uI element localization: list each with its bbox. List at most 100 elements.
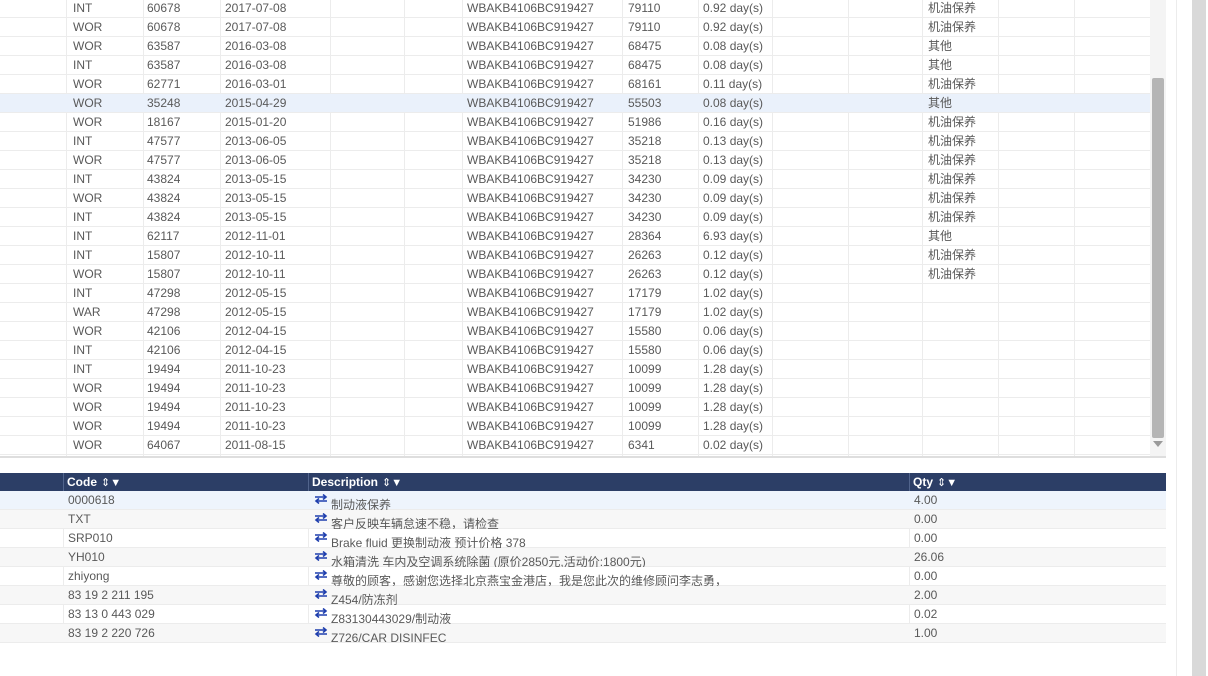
column-header-description[interactable]: Description ⇕▼ (308, 473, 909, 491)
cell-type: INT (73, 362, 93, 376)
cell-date: 2012-04-15 (225, 324, 287, 338)
cell-type: WOR (73, 20, 103, 34)
cell-duration: 1.02 day(s) (703, 286, 764, 300)
cell-qty: 26.06 (914, 550, 945, 564)
history-row[interactable]: WAR 47298 2012-05-15 WBAKB4106BC919427 17179… (0, 303, 1150, 322)
cell-order-number: 35248 (147, 96, 181, 110)
history-row[interactable]: WOR 15807 2012-10-11 WBAKB4106BC919427 26263… (0, 265, 1150, 284)
cell-duration: 0.12 day(s) (703, 267, 764, 281)
cell-order-number: 47298 (147, 305, 181, 319)
detail-row[interactable]: SRP010 Brake fluid 更换制动液 预计价格 378 0.00 (0, 529, 1166, 548)
detail-row[interactable]: 83 13 0 443 029 Z83130443029/制动液 0.02 (0, 605, 1166, 624)
detail-row[interactable]: YH010 水箱清洗 车内及空调系统除菌 (原价2850元,活动价:1800元) 2… (0, 548, 1166, 567)
cell-type: INT (73, 134, 93, 148)
swap-arrows-icon[interactable] (314, 548, 328, 567)
history-row[interactable]: INT 43824 2013-05-15 WBAKB4106BC919427 34230… (0, 208, 1150, 227)
cell-mileage: 68475 (628, 39, 662, 53)
cell-order-number: 42106 (147, 343, 181, 357)
history-row[interactable]: INT 42106 2012-04-15 WBAKB4106BC919427 15580… (0, 341, 1150, 360)
description-text: Brake fluid 更换制动液 预计价格 378 (331, 536, 526, 548)
cell-qty: 2.00 (914, 588, 938, 602)
cell-code: SRP010 (68, 531, 113, 545)
cell-qty: 1.00 (914, 626, 938, 640)
history-row[interactable]: INT 43824 2013-05-15 WBAKB4106BC919427 34230… (0, 170, 1150, 189)
history-row[interactable]: INT 63587 2016-03-08 WBAKB4106BC919427 68475… (0, 56, 1150, 75)
history-row[interactable]: INT 62117 2012-11-01 WBAKB4106BC919427 28364… (0, 227, 1150, 246)
scroll-down-arrow-icon[interactable] (1153, 441, 1163, 447)
cell-code: 0000618 (68, 493, 115, 507)
swap-arrows-icon[interactable] (314, 510, 328, 529)
history-row[interactable]: WOR 18167 2015-01-20 WBAKB4106BC919427 51986… (0, 113, 1150, 132)
swap-arrows-icon[interactable] (314, 586, 328, 605)
job-detail-grid: Code ⇕▼ Description ⇕▼ Qty ⇕▼ 0000618 制动液保养 4… (0, 473, 1166, 676)
history-row[interactable]: INT 19494 2011-10-23 WBAKB4106BC919427 10099… (0, 360, 1150, 379)
history-row[interactable]: WOR 43824 2013-05-15 WBAKB4106BC919427 34230… (0, 189, 1150, 208)
description-text: Z726/CAR DISINFEC (331, 631, 447, 643)
scrollbar-thumb[interactable] (1152, 78, 1164, 438)
cell-mileage: 26263 (628, 248, 662, 262)
history-row[interactable]: WOR 19494 2011-10-23 WBAKB4106BC919427 10099… (0, 398, 1150, 417)
history-row[interactable]: WOR 62771 2016-03-01 WBAKB4106BC919427 68161… (0, 75, 1150, 94)
cell-vin: WBAKB4106BC919427 (467, 96, 594, 110)
history-row[interactable]: INT 15807 2012-10-11 WBAKB4106BC919427 26263… (0, 246, 1150, 265)
cell-date: 2013-06-05 (225, 134, 287, 148)
cell-type: INT (73, 248, 93, 262)
sort-filter-icon[interactable]: ⇕▼ (382, 477, 402, 489)
history-row[interactable]: WOR 63587 2016-03-08 WBAKB4106BC919427 68475… (0, 37, 1150, 56)
history-row[interactable]: WOR 64067 2011-08-15 WBAKB4106BC919427 6341 0… (0, 436, 1150, 455)
history-row[interactable]: WOR 19494 2011-10-23 WBAKB4106BC919427 10099… (0, 379, 1150, 398)
cell-duration: 0.06 day(s) (703, 343, 764, 357)
cell-description: 水箱清洗 车内及空调系统除菌 (原价2850元,活动价:1800元) (314, 548, 904, 567)
history-row[interactable]: WOR 35248 2015-04-29 WBAKB4106BC919427 55503… (0, 94, 1150, 113)
cell-type: WOR (73, 39, 103, 53)
cell-qty: 4.00 (914, 493, 938, 507)
cell-date: 2017-07-08 (225, 20, 287, 34)
detail-row[interactable]: 83 19 2 211 195 Z454/防冻剂 2.00 (0, 586, 1166, 605)
cell-date: 2012-04-15 (225, 343, 287, 357)
description-text: Z83130443029/制动液 (331, 612, 452, 624)
swap-arrows-icon[interactable] (314, 624, 328, 643)
cell-mileage: 28364 (628, 229, 662, 243)
cell-category: 机油保养 (928, 1, 977, 15)
detail-row[interactable]: TXT 客户反映车辆怠速不稳，请检查 0.00 (0, 510, 1166, 529)
cell-date: 2011-08-15 (225, 438, 286, 452)
detail-row[interactable]: 0000618 制动液保养 4.00 (0, 491, 1166, 510)
swap-arrows-icon[interactable] (314, 605, 328, 624)
cell-duration: 0.08 day(s) (703, 96, 764, 110)
cell-description: 尊敬的顾客，感谢您选择北京燕宝金港店，我是您此次的维修顾问李志勇， (314, 567, 904, 586)
history-row[interactable]: WOR 47577 2013-06-05 WBAKB4106BC919427 35218… (0, 151, 1150, 170)
history-row[interactable]: WOR 60678 2017-07-08 WBAKB4106BC919427 79110… (0, 18, 1150, 37)
column-header-description-label: Description (312, 475, 379, 489)
detail-row[interactable]: 83 19 2 220 726 Z726/CAR DISINFEC 1.00 (0, 624, 1166, 643)
page-scrollbar[interactable] (1192, 0, 1206, 676)
swap-arrows-icon[interactable] (314, 491, 328, 510)
cell-type: INT (73, 229, 93, 243)
detail-row[interactable]: zhiyong 尊敬的顾客，感谢您选择北京燕宝金港店，我是您此次的维修顾问李志勇，… (0, 567, 1166, 586)
cell-description: 制动液保养 (314, 491, 904, 510)
cell-category: 其他 (928, 39, 953, 53)
column-header-code[interactable]: Code ⇕▼ (63, 473, 308, 491)
column-header-qty[interactable]: Qty ⇕▼ (909, 473, 1166, 491)
cell-mileage: 17179 (628, 286, 662, 300)
cell-date: 2012-05-15 (225, 305, 287, 319)
history-row[interactable]: INT 60678 2017-07-08 WBAKB4106BC919427 79110… (0, 0, 1150, 18)
detail-grid-header: Code ⇕▼ Description ⇕▼ Qty ⇕▼ (0, 473, 1166, 491)
history-row[interactable]: INT 47577 2013-06-05 WBAKB4106BC919427 35218… (0, 132, 1150, 151)
history-scrollbar[interactable] (1150, 0, 1166, 456)
cell-date: 2012-10-11 (225, 267, 286, 281)
swap-arrows-icon[interactable] (314, 567, 328, 586)
sort-filter-icon[interactable]: ⇕▼ (937, 477, 957, 489)
cell-duration: 0.13 day(s) (703, 134, 764, 148)
history-row[interactable]: WOR 42106 2012-04-15 WBAKB4106BC919427 15580… (0, 322, 1150, 341)
cell-order-number: 43824 (147, 172, 181, 186)
history-row[interactable]: WOR 19494 2011-10-23 WBAKB4106BC919427 10099… (0, 417, 1150, 436)
cell-duration: 0.92 day(s) (703, 20, 764, 34)
cell-mileage: 26263 (628, 267, 662, 281)
cell-mileage: 34230 (628, 172, 662, 186)
history-row[interactable]: INT 47298 2012-05-15 WBAKB4106BC919427 17179… (0, 284, 1150, 303)
cell-date: 2016-03-01 (225, 77, 287, 91)
cell-order-number: 62771 (147, 77, 181, 91)
swap-arrows-icon[interactable] (314, 529, 328, 548)
cell-mileage: 10099 (628, 381, 662, 395)
sort-filter-icon[interactable]: ⇕▼ (101, 477, 121, 489)
